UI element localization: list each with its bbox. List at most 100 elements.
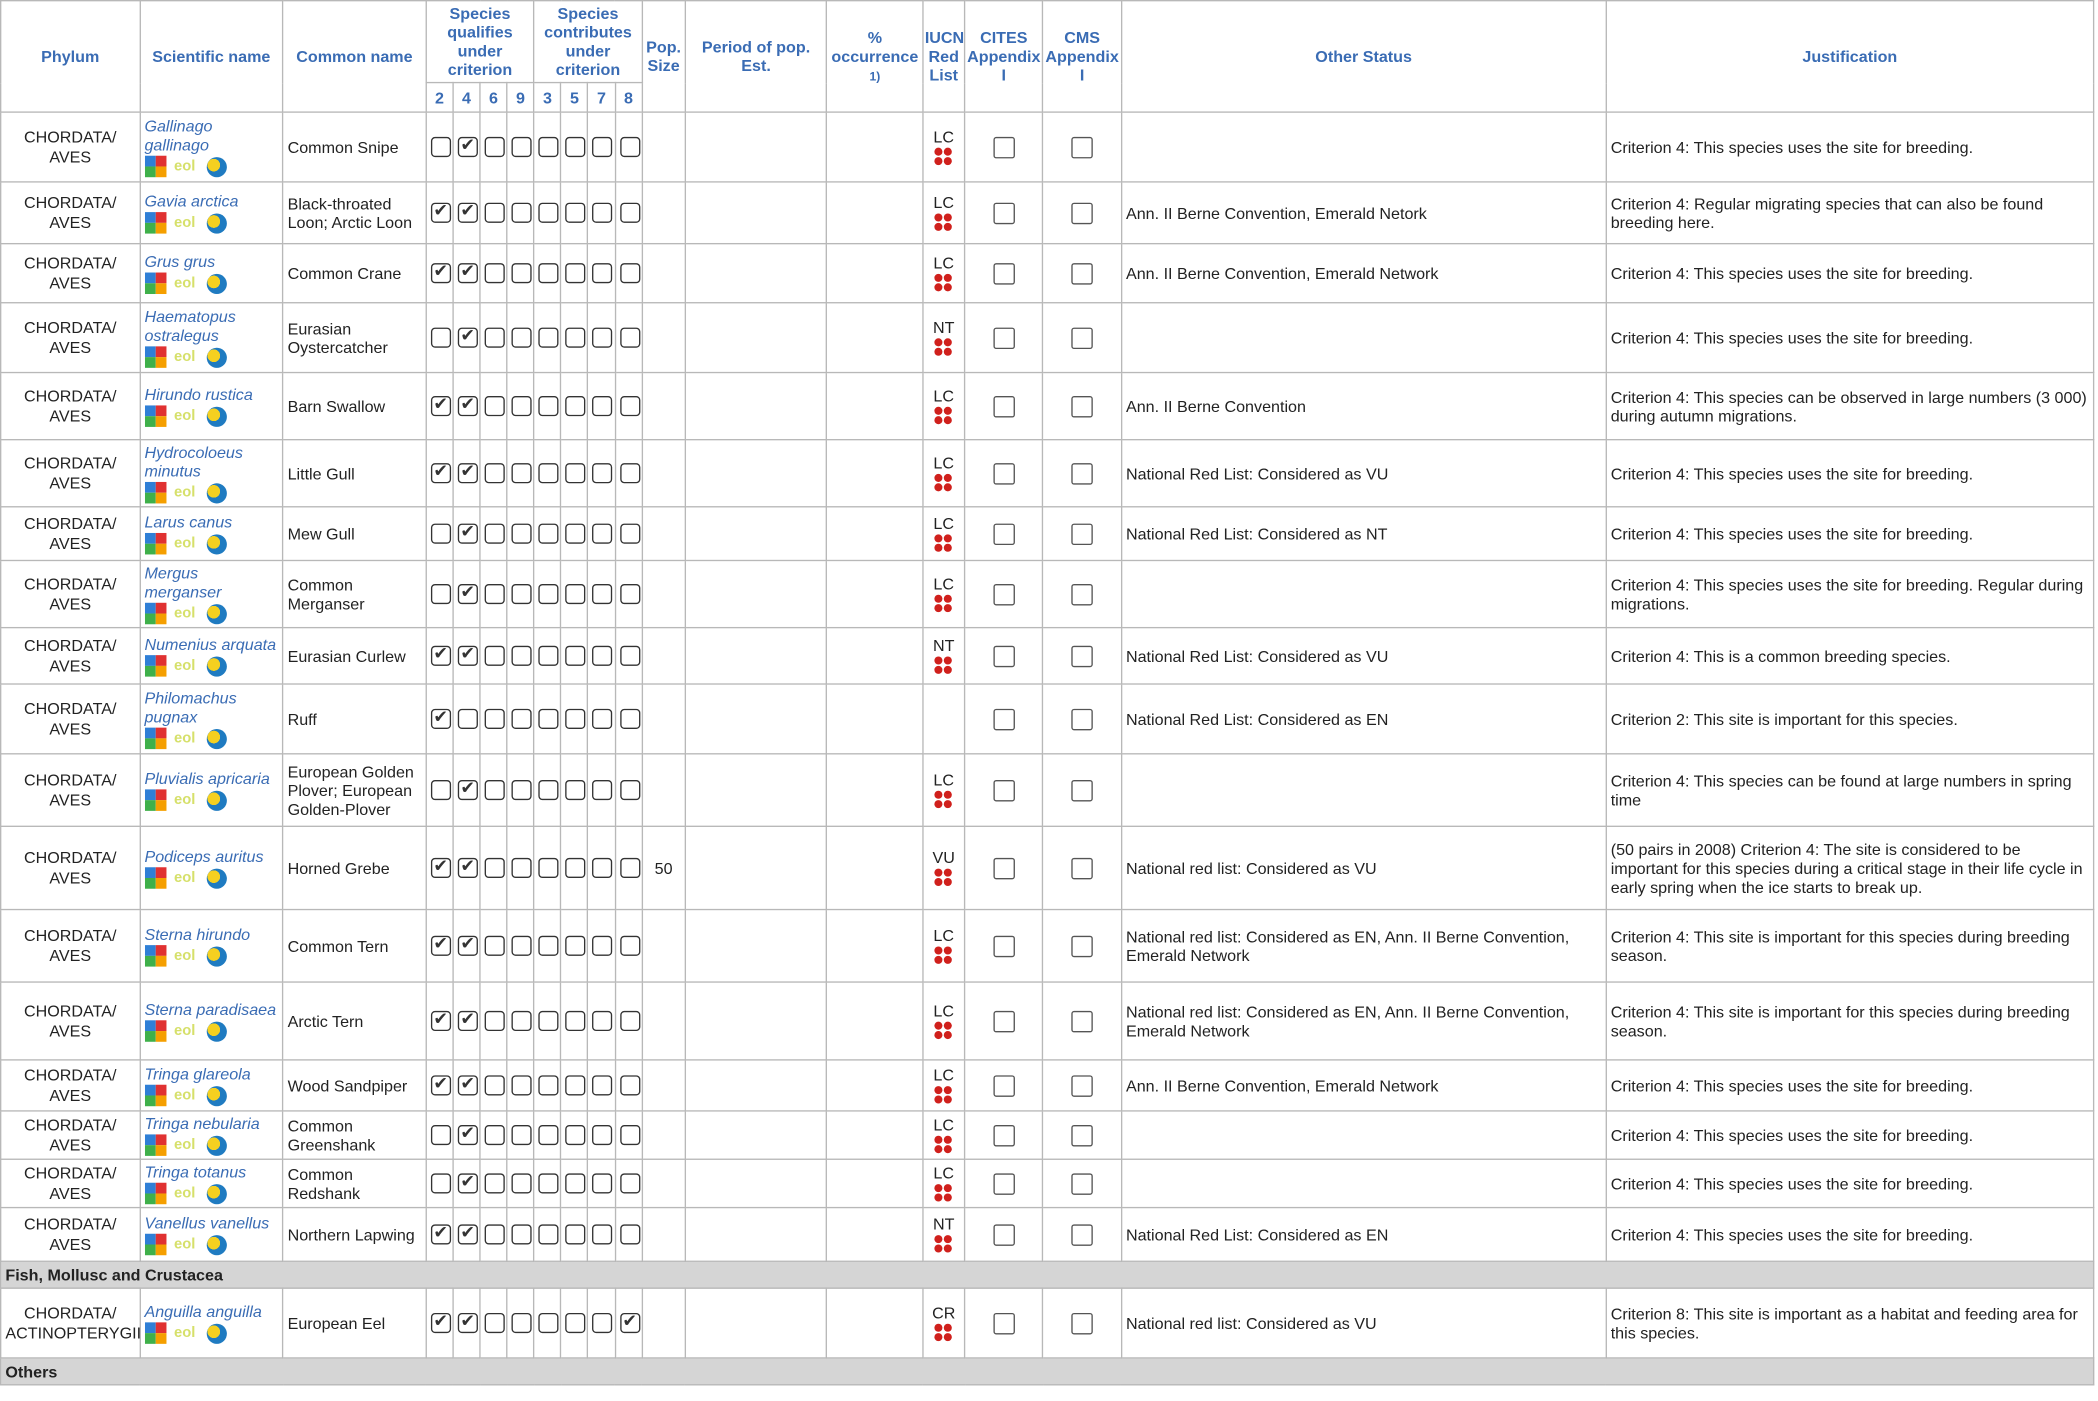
criterion-checkbox[interactable] xyxy=(592,263,613,284)
criterion-checkbox[interactable] xyxy=(538,1224,559,1245)
criterion-checkbox[interactable] xyxy=(592,1075,613,1096)
criterion-checkbox[interactable] xyxy=(457,136,478,158)
cms-checkbox[interactable] xyxy=(1071,326,1093,349)
scientific-name-link[interactable]: Podiceps auritus xyxy=(144,847,278,866)
eol-icon[interactable]: eol xyxy=(174,534,198,553)
criterion-checkbox[interactable] xyxy=(457,1312,478,1334)
criterion-checkbox[interactable] xyxy=(484,1011,505,1032)
criterion-checkbox[interactable] xyxy=(511,202,532,224)
criterion-checkbox[interactable] xyxy=(565,1173,586,1194)
iucn-redlist-icon[interactable] xyxy=(934,1235,953,1253)
criterion-checkbox[interactable] xyxy=(511,645,532,667)
eol-icon[interactable]: eol xyxy=(174,1324,198,1343)
gbif-icon[interactable] xyxy=(144,1134,166,1156)
criterion-checkbox[interactable] xyxy=(565,1224,586,1245)
scientific-name-link[interactable]: Pluvialis apricaria xyxy=(144,769,278,788)
scientific-name-link[interactable]: Mergus merganser xyxy=(144,564,278,602)
criterion-checkbox[interactable] xyxy=(619,1075,640,1096)
cms-checkbox[interactable] xyxy=(1071,1172,1093,1195)
scientific-name-link[interactable]: Hydrocoloeus minutus xyxy=(144,443,278,481)
scientific-name-link[interactable]: Gavia arctica xyxy=(144,192,278,211)
criterion-checkbox[interactable] xyxy=(565,935,586,957)
criterion-checkbox[interactable] xyxy=(565,780,586,801)
cms-checkbox[interactable] xyxy=(1071,522,1093,545)
criterion-checkbox[interactable] xyxy=(565,137,586,158)
eol-icon[interactable]: eol xyxy=(174,483,198,502)
criterion-checkbox[interactable] xyxy=(430,645,451,667)
criterion-checkbox[interactable] xyxy=(538,1011,559,1032)
gbif-icon[interactable] xyxy=(144,481,166,504)
criterion-checkbox[interactable] xyxy=(619,1312,640,1334)
criterion-checkbox[interactable] xyxy=(592,1125,613,1146)
eol-icon[interactable]: eol xyxy=(174,407,198,426)
gbif-icon[interactable] xyxy=(144,1182,166,1205)
scientific-name-link[interactable]: Numenius arquata xyxy=(144,635,278,654)
eol-icon[interactable]: eol xyxy=(174,604,198,623)
criterion-checkbox[interactable] xyxy=(457,583,478,605)
iucn-redlist-icon[interactable] xyxy=(934,656,953,674)
criterion-checkbox[interactable] xyxy=(430,262,451,284)
cites-checkbox[interactable] xyxy=(993,1010,1015,1032)
criterion-checkbox[interactable] xyxy=(565,263,586,284)
eol-icon[interactable]: eol xyxy=(174,274,198,293)
scientific-name-link[interactable]: Larus canus xyxy=(144,513,278,532)
criterion-checkbox[interactable] xyxy=(592,858,613,879)
criterion-checkbox[interactable] xyxy=(619,523,640,544)
criterion-checkbox[interactable] xyxy=(484,263,505,284)
criterion-checkbox[interactable] xyxy=(592,584,613,605)
cms-checkbox[interactable] xyxy=(1071,262,1093,284)
criterion-checkbox[interactable] xyxy=(430,137,451,158)
gbif-icon[interactable] xyxy=(144,212,166,234)
iucn-globe-icon[interactable] xyxy=(206,273,227,294)
iucn-redlist-icon[interactable] xyxy=(934,473,953,492)
criterion-checkbox[interactable] xyxy=(619,780,640,801)
criterion-checkbox[interactable] xyxy=(484,709,505,730)
criterion-checkbox[interactable] xyxy=(619,1011,640,1032)
iucn-globe-icon[interactable] xyxy=(206,945,227,966)
cms-checkbox[interactable] xyxy=(1071,136,1093,158)
criterion-checkbox[interactable] xyxy=(592,463,613,484)
gbif-icon[interactable] xyxy=(144,602,166,625)
criterion-checkbox[interactable] xyxy=(511,1313,532,1334)
iucn-redlist-icon[interactable] xyxy=(934,1086,953,1104)
cites-checkbox[interactable] xyxy=(993,1172,1015,1195)
criterion-checkbox[interactable] xyxy=(430,462,451,484)
criterion-checkbox[interactable] xyxy=(538,202,559,224)
criterion-checkbox[interactable] xyxy=(430,584,451,605)
gbif-icon[interactable] xyxy=(144,1084,166,1107)
criterion-checkbox[interactable] xyxy=(484,396,505,417)
scientific-name-link[interactable]: Anguilla anguilla xyxy=(144,1302,278,1321)
iucn-globe-icon[interactable] xyxy=(206,790,227,811)
iucn-globe-icon[interactable] xyxy=(206,1183,227,1204)
criterion-checkbox[interactable] xyxy=(538,1173,559,1194)
criterion-checkbox[interactable] xyxy=(565,396,586,417)
criterion-checkbox[interactable] xyxy=(619,463,640,484)
iucn-globe-icon[interactable] xyxy=(206,482,227,503)
iucn-redlist-icon[interactable] xyxy=(934,594,953,613)
cites-checkbox[interactable] xyxy=(993,935,1015,957)
gbif-icon[interactable] xyxy=(144,867,166,889)
cites-checkbox[interactable] xyxy=(993,522,1015,545)
iucn-globe-icon[interactable] xyxy=(206,1234,227,1255)
criterion-checkbox[interactable] xyxy=(430,1312,451,1334)
iucn-globe-icon[interactable] xyxy=(206,212,227,233)
criterion-checkbox[interactable] xyxy=(484,780,505,801)
iucn-globe-icon[interactable] xyxy=(206,406,227,427)
eol-icon[interactable]: eol xyxy=(174,348,198,367)
iucn-redlist-icon[interactable] xyxy=(934,147,953,166)
criterion-checkbox[interactable] xyxy=(592,709,613,730)
gbif-icon[interactable] xyxy=(144,789,166,811)
cites-checkbox[interactable] xyxy=(993,462,1015,484)
criterion-checkbox[interactable] xyxy=(619,858,640,879)
criterion-checkbox[interactable] xyxy=(565,584,586,605)
iucn-globe-icon[interactable] xyxy=(206,728,227,749)
criterion-checkbox[interactable] xyxy=(565,709,586,730)
scientific-name-link[interactable]: Haematopus ostralegus xyxy=(144,307,278,345)
gbif-icon[interactable] xyxy=(144,1020,166,1042)
criterion-checkbox[interactable] xyxy=(592,202,613,224)
criterion-checkbox[interactable] xyxy=(565,858,586,879)
criterion-checkbox[interactable] xyxy=(511,523,532,544)
gbif-icon[interactable] xyxy=(144,1322,166,1344)
eol-icon[interactable]: eol xyxy=(174,729,198,748)
criterion-checkbox[interactable] xyxy=(511,780,532,801)
